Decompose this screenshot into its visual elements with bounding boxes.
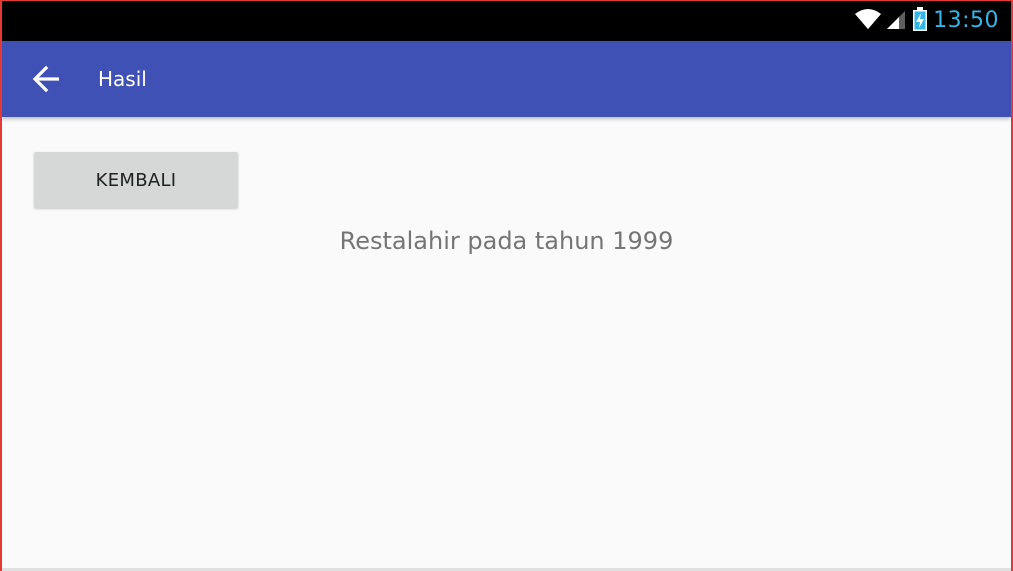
status-icons: 13:50: [855, 7, 999, 35]
app-bar: Hasil: [2, 41, 1011, 117]
kembali-button[interactable]: KEMBALI: [34, 152, 238, 208]
wifi-icon: [855, 8, 882, 34]
cell-signal-icon: [887, 8, 907, 34]
result-text: Restalahir pada tahun 1999: [339, 227, 674, 255]
back-button[interactable]: [32, 65, 62, 93]
status-time: 13:50: [933, 8, 999, 33]
status-bar: 13:50: [2, 1, 1011, 41]
arrow-left-icon: [32, 65, 62, 97]
battery-charging-icon: [913, 7, 928, 35]
page-title: Hasil: [98, 67, 147, 91]
app-screen: 13:50 Hasil KEMBALI Restalahir pada tahu…: [0, 0, 1013, 571]
